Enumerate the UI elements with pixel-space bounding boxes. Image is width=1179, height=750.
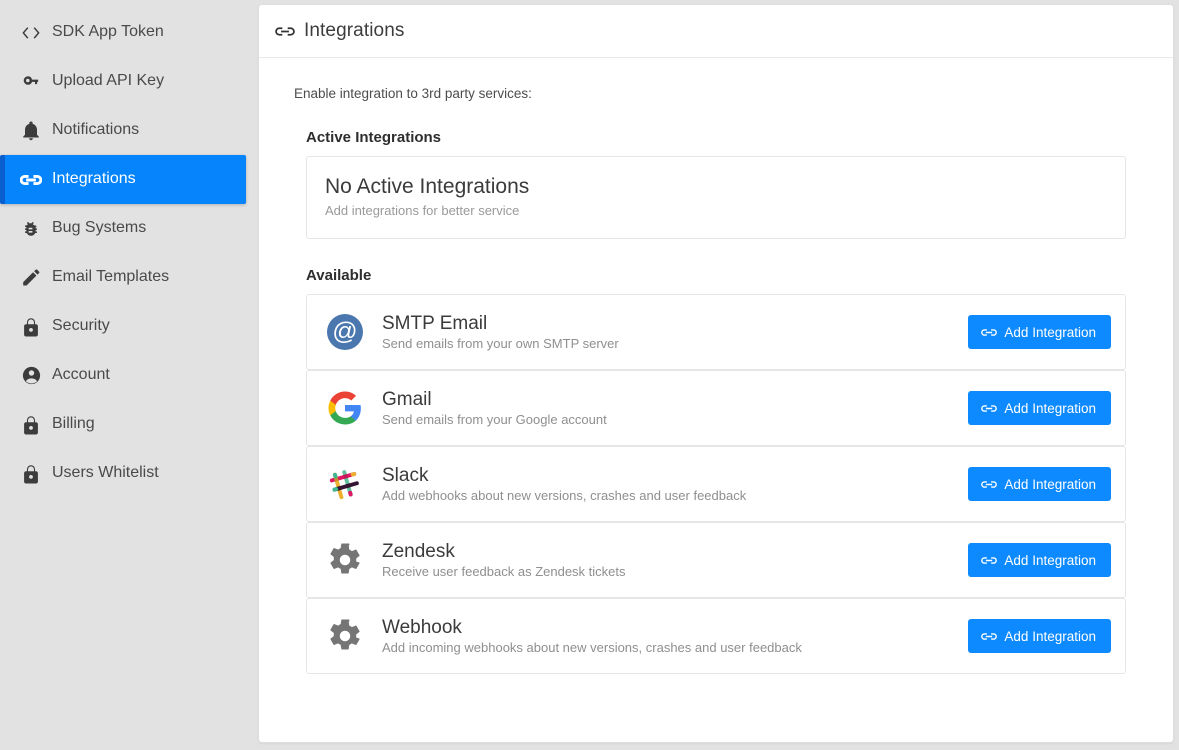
integration-name: SMTP Email: [382, 313, 968, 335]
link-icon: [275, 26, 295, 37]
sidebar-item-users-whitelist[interactable]: Users Whitelist: [0, 449, 258, 498]
integration-name: Slack: [382, 465, 968, 487]
pencil-icon: [20, 267, 42, 289]
sidebar-item-label: Users Whitelist: [52, 465, 159, 482]
sidebar-item-notifications[interactable]: Notifications: [0, 106, 258, 155]
sidebar-item-bug-systems[interactable]: Bug Systems: [0, 204, 258, 253]
at-sign-icon: @: [325, 312, 365, 352]
integration-row-smtp-email: @ SMTP Email Send emails from your own S…: [306, 294, 1126, 370]
empty-state-title: No Active Integrations: [325, 175, 1107, 199]
page-title: Integrations: [304, 20, 405, 42]
link-icon: [981, 632, 997, 641]
integration-row-webhook: Webhook Add incoming webhooks about new …: [306, 598, 1126, 674]
integration-description: Send emails from your Google account: [382, 412, 968, 428]
sidebar-item-label: Integrations: [52, 171, 136, 188]
add-integration-button[interactable]: Add Integration: [968, 315, 1111, 349]
integration-description: Add webhooks about new versions, crashes…: [382, 488, 968, 504]
sidebar-item-billing[interactable]: Billing: [0, 400, 258, 449]
integration-text: Slack Add webhooks about new versions, c…: [382, 465, 968, 503]
panel-header: Integrations: [259, 5, 1173, 58]
lock-icon: [20, 316, 42, 338]
slack-icon: [325, 464, 365, 504]
no-active-integrations-card: No Active Integrations Add integrations …: [306, 156, 1126, 239]
add-integration-button[interactable]: Add Integration: [968, 543, 1111, 577]
svg-text:@: @: [332, 318, 357, 346]
panel-body: Enable integration to 3rd party services…: [259, 58, 1173, 674]
bug-icon: [20, 218, 42, 240]
sidebar-item-label: Billing: [52, 416, 95, 433]
add-integration-button[interactable]: Add Integration: [968, 619, 1111, 653]
integration-description: Receive user feedback as Zendesk tickets: [382, 564, 968, 580]
gear-icon: [325, 616, 365, 656]
link-icon: [20, 169, 42, 191]
link-icon: [981, 328, 997, 337]
lock-icon: [20, 414, 42, 436]
sidebar-item-sdk-app-token[interactable]: SDK App Token: [0, 8, 258, 57]
integration-row-zendesk: Zendesk Receive user feedback as Zendesk…: [306, 522, 1126, 598]
sidebar-item-integrations[interactable]: Integrations: [0, 155, 246, 204]
sidebar-item-label: Upload API Key: [52, 73, 164, 90]
sidebar-item-label: Email Templates: [52, 269, 169, 286]
sidebar-item-label: Bug Systems: [52, 220, 146, 237]
sidebar-item-account[interactable]: Account: [0, 351, 258, 400]
link-icon: [981, 480, 997, 489]
integration-text: Webhook Add incoming webhooks about new …: [382, 617, 968, 655]
empty-state-subtitle: Add integrations for better service: [325, 203, 1107, 218]
add-integration-label: Add Integration: [1004, 477, 1096, 492]
integration-text: SMTP Email Send emails from your own SMT…: [382, 313, 968, 351]
settings-sidebar: SDK App Token Upload API Key Notificatio…: [0, 0, 258, 750]
intro-text: Enable integration to 3rd party services…: [294, 86, 1173, 101]
integration-row-slack: Slack Add webhooks about new versions, c…: [306, 446, 1126, 522]
add-integration-button[interactable]: Add Integration: [968, 467, 1111, 501]
add-integration-label: Add Integration: [1004, 401, 1096, 416]
integration-description: Add incoming webhooks about new versions…: [382, 640, 968, 656]
integration-row-gmail: Gmail Send emails from your Google accou…: [306, 370, 1126, 446]
integration-description: Send emails from your own SMTP server: [382, 336, 968, 352]
add-integration-label: Add Integration: [1004, 629, 1096, 644]
gear-icon: [325, 540, 365, 580]
person-icon: [20, 365, 42, 387]
integration-text: Gmail Send emails from your Google accou…: [382, 389, 968, 427]
available-integrations-list: @ SMTP Email Send emails from your own S…: [306, 294, 1126, 674]
active-integrations-heading: Active Integrations: [306, 129, 1173, 146]
sidebar-item-label: Account: [52, 367, 110, 384]
sidebar-item-email-templates[interactable]: Email Templates: [0, 253, 258, 302]
integrations-panel: Integrations Enable integration to 3rd p…: [258, 4, 1174, 743]
add-integration-label: Add Integration: [1004, 553, 1096, 568]
sidebar-item-label: Security: [52, 318, 110, 335]
bell-icon: [20, 120, 42, 142]
app-root: SDK App Token Upload API Key Notificatio…: [0, 0, 1179, 750]
key-icon: [20, 71, 42, 93]
link-icon: [981, 404, 997, 413]
add-integration-label: Add Integration: [1004, 325, 1096, 340]
google-g-icon: [325, 388, 365, 428]
sidebar-item-security[interactable]: Security: [0, 302, 258, 351]
available-heading: Available: [306, 267, 1173, 284]
code-brackets-icon: [20, 22, 42, 44]
sidebar-item-upload-api-key[interactable]: Upload API Key: [0, 57, 258, 106]
integration-name: Gmail: [382, 389, 968, 411]
sidebar-item-label: SDK App Token: [52, 24, 164, 41]
lock-icon: [20, 463, 42, 485]
integration-name: Zendesk: [382, 541, 968, 563]
sidebar-item-label: Notifications: [52, 122, 139, 139]
add-integration-button[interactable]: Add Integration: [968, 391, 1111, 425]
integration-name: Webhook: [382, 617, 968, 639]
integration-text: Zendesk Receive user feedback as Zendesk…: [382, 541, 968, 579]
link-icon: [981, 556, 997, 565]
